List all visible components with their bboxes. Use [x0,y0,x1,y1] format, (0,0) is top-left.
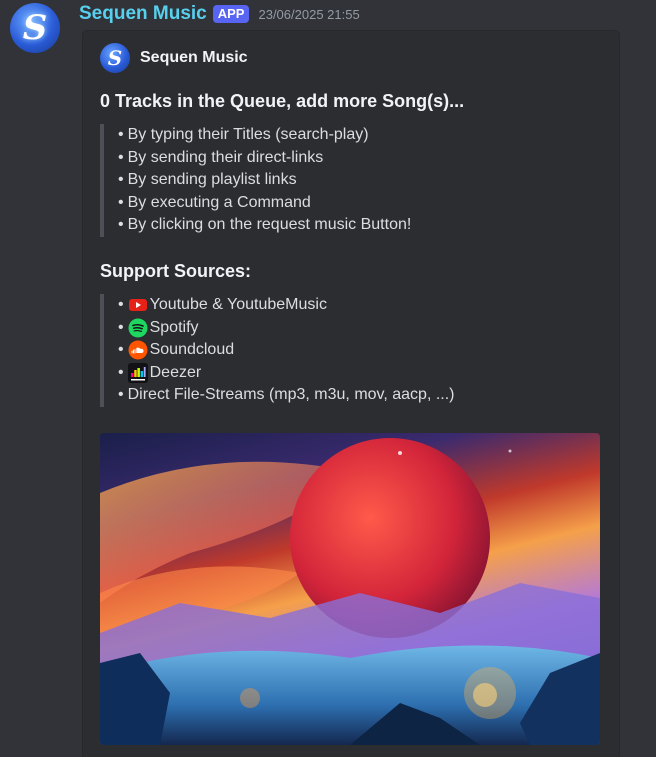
chat-message: S Sequen Music APP 23/06/2025 21:55 S Se… [0,0,656,757]
soundcloud-icon [128,340,148,360]
deezer-icon [127,363,148,384]
source-item-direct-file: • Direct File-Streams (mp3, m3u, mov, aa… [118,386,455,404]
list-item: • By clicking on the request music Button… [118,216,412,234]
source-item-deezer: • Deezer [118,362,455,385]
sources-quote: • Youtube & YoutubeMusic • Spotify • Sou… [100,294,455,407]
source-item-soundcloud: • Soundcloud [118,339,455,362]
sources-heading: Support Sources: [100,261,252,281]
embed-author-avatar: S [100,43,130,73]
bot-username[interactable]: Sequen Music [79,3,207,25]
source-item-youtube: • Youtube & YoutubeMusic [118,294,455,317]
spotify-icon [128,318,148,338]
bot-avatar[interactable]: S [10,3,60,53]
list-item: • By sending their direct-links [118,148,324,166]
add-methods-quote: • By typing their Titles (search-play) • B… [100,124,411,237]
list-item: • By sending playlist links [118,171,297,189]
embed-banner-image[interactable] [100,433,600,745]
embed-author: S Sequen Music [100,43,248,73]
app-badge: APP [212,5,250,23]
source-item-spotify: • Spotify [118,317,455,340]
list-item: • By typing their Titles (search-play) [118,126,369,143]
message-timestamp[interactable]: 23/06/2025 21:55 [258,7,359,22]
embed-card: S Sequen Music 0 Tracks in the Queue, ad… [82,30,620,757]
embed-author-name: Sequen Music [140,49,248,66]
message-header: Sequen Music APP 23/06/2025 21:55 [79,2,360,26]
planet-landscape-illustration [100,433,600,745]
list-item: • By executing a Command [118,193,311,211]
sequen-logo-icon: S [22,8,48,48]
embed-title: 0 Tracks in the Queue, add more Song(s).… [100,91,465,111]
youtube-icon [128,299,147,312]
